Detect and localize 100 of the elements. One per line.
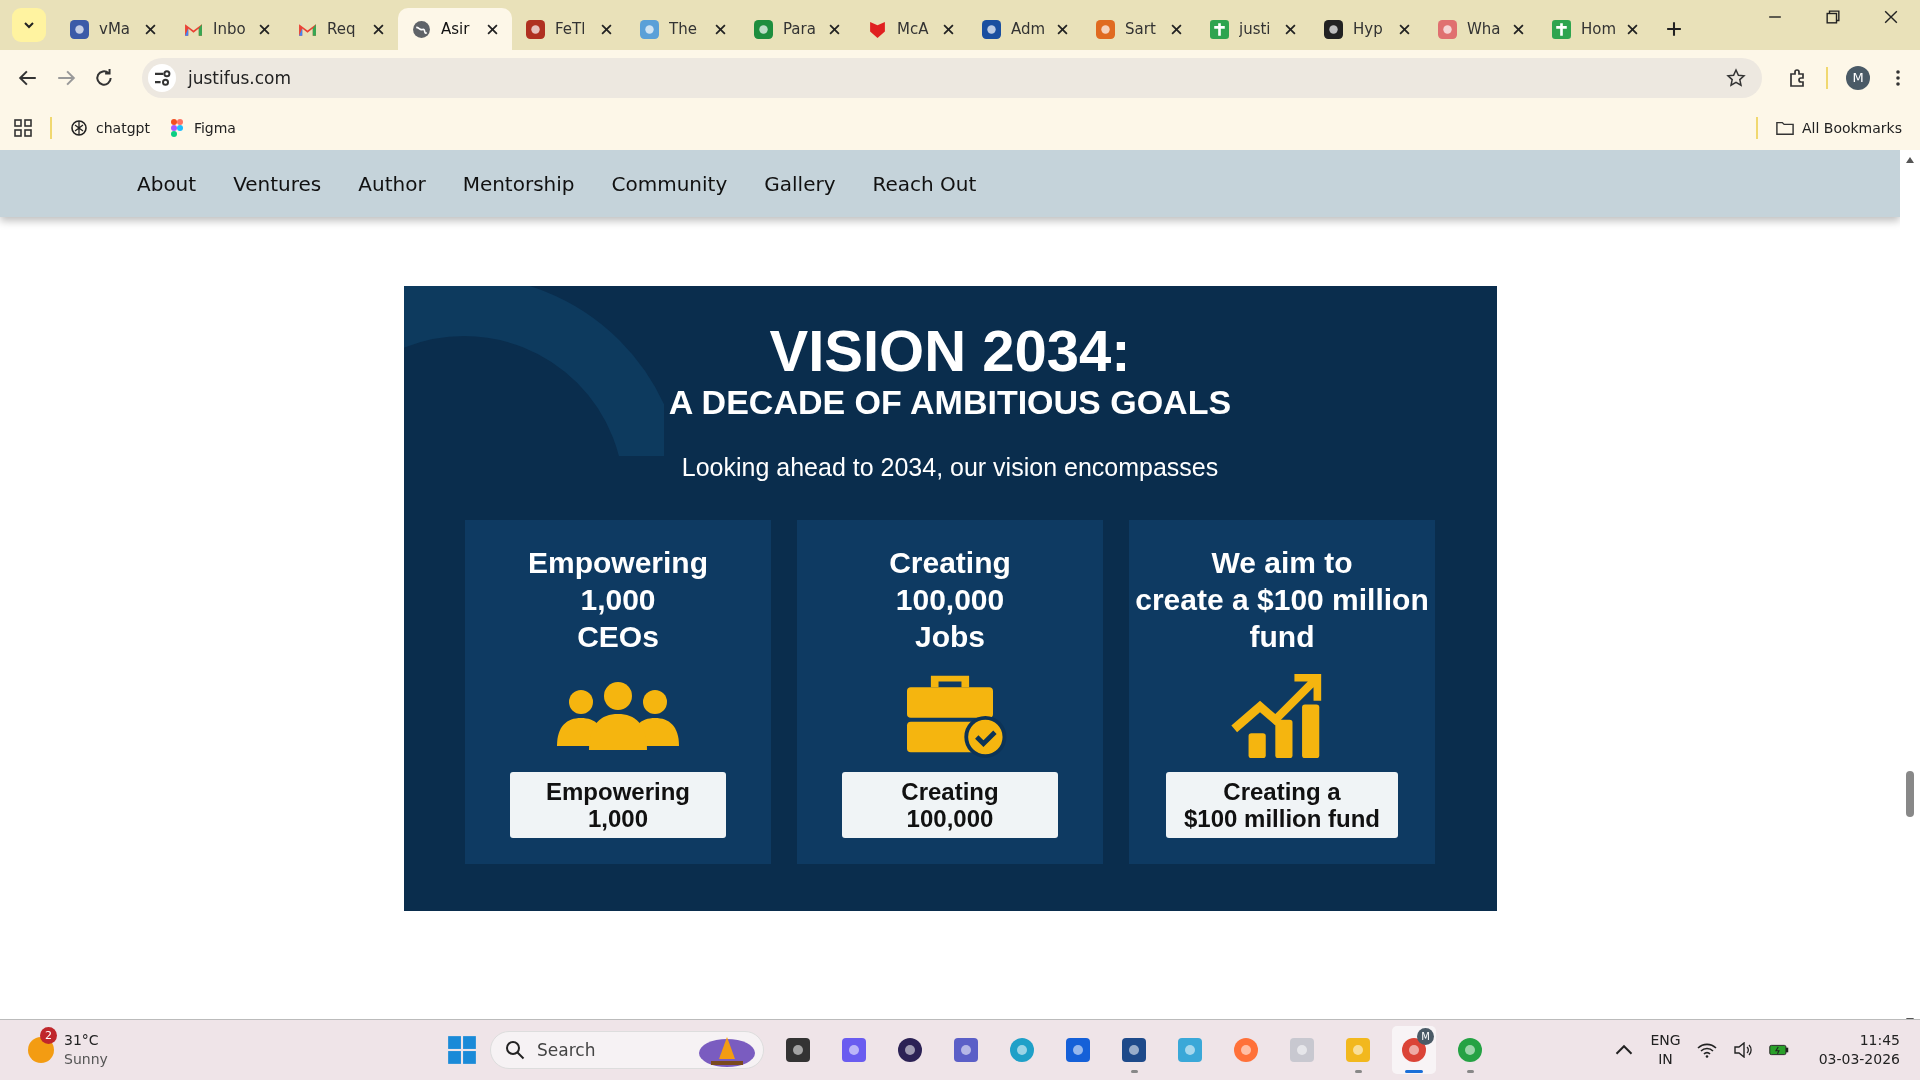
site-logo-icon: [1324, 19, 1343, 39]
close-icon[interactable]: [145, 23, 156, 35]
nav-link[interactable]: Ventures: [233, 171, 322, 196]
shield-icon: [868, 19, 887, 39]
wifi-icon[interactable]: [1696, 1042, 1717, 1058]
temperature-text: 31°C: [64, 1031, 100, 1050]
scrollbar-thumb[interactable]: [1906, 771, 1914, 817]
weather-widget[interactable]: 2 31°C Sunny: [20, 1025, 320, 1075]
infographic-intro: Looking ahead to 2034, our vision encompasses: [681, 452, 1219, 482]
taskbar-app[interactable]: M: [1392, 1026, 1436, 1074]
browser-tab[interactable]: Req: [284, 8, 398, 50]
infographic-title: VISION 2034:: [769, 320, 1131, 382]
nav-link[interactable]: Gallery: [764, 171, 836, 196]
nav-link[interactable]: Author: [358, 171, 426, 196]
address-bar[interactable]: justifus.com: [142, 57, 1762, 98]
tab-title: Inbo: [213, 20, 247, 38]
nav-link[interactable]: Community: [611, 171, 728, 196]
browser-tab[interactable]: McA: [854, 8, 968, 50]
tab-title: Adm: [1011, 20, 1047, 38]
close-icon[interactable]: [829, 23, 840, 35]
windows-start-icon[interactable]: [446, 1034, 478, 1066]
close-icon[interactable]: [1884, 10, 1898, 24]
language-indicator[interactable]: ENG IN: [1650, 1031, 1681, 1069]
nav-link[interactable]: Mentorship: [462, 171, 575, 196]
close-icon[interactable]: [943, 23, 954, 35]
tab-search-button[interactable]: [12, 8, 46, 42]
close-icon[interactable]: [1285, 23, 1296, 35]
close-icon[interactable]: [1513, 23, 1524, 35]
tab-title: justi: [1239, 20, 1272, 38]
app-icon: [839, 1035, 869, 1065]
close-icon[interactable]: [259, 23, 270, 35]
app-icon: [783, 1035, 813, 1065]
close-icon[interactable]: [715, 23, 726, 35]
browser-tab[interactable]: vMa: [56, 8, 170, 50]
close-icon[interactable]: [1627, 23, 1638, 35]
close-icon[interactable]: [601, 23, 612, 35]
close-icon[interactable]: [1057, 23, 1068, 35]
battery-icon[interactable]: [1768, 1042, 1789, 1058]
app-icon: [1287, 1035, 1317, 1065]
goal-label: Empowering 1,000: [510, 772, 726, 838]
url-text: justifus.com: [188, 67, 293, 88]
bookmark-star-icon[interactable]: [1726, 67, 1746, 88]
new-tab-icon[interactable]: [1666, 21, 1682, 37]
weather-condition: Sunny: [64, 1050, 108, 1069]
tab-title: Para: [783, 20, 817, 38]
tab-title: Hyp: [1353, 20, 1384, 38]
tab-title: vMa: [99, 20, 131, 38]
tab-title: The: [669, 20, 698, 38]
tab-title: FeTl: [555, 20, 587, 38]
browser-tab[interactable]: FeTl: [512, 8, 626, 50]
site-logo-icon: [982, 19, 1001, 39]
app-icon: [1063, 1035, 1093, 1065]
speaker-icon[interactable]: [1732, 1042, 1753, 1058]
bookmark-link[interactable]: Figma: [167, 118, 236, 137]
apps-grid-icon[interactable]: [14, 118, 32, 137]
tab-title: McA: [897, 20, 930, 38]
nav-link[interactable]: About: [137, 171, 197, 196]
browser-tab[interactable]: Wha: [1424, 8, 1538, 50]
profile-avatar[interactable]: M: [1846, 65, 1870, 90]
cross-icon: [1552, 19, 1571, 39]
app-icon: [895, 1035, 925, 1065]
reload-icon[interactable]: [94, 67, 114, 88]
browser-tab[interactable]: Hyp: [1310, 8, 1424, 50]
close-icon[interactable]: [487, 23, 498, 35]
globe-icon: [412, 19, 431, 39]
bookmark-link[interactable]: chatgpt: [70, 118, 150, 137]
nav-link[interactable]: Reach Out: [872, 171, 977, 196]
search-icon: [505, 1040, 525, 1060]
site-logo-icon: [70, 19, 89, 39]
goal-heading: Empowering 1,000 CEOs: [528, 545, 708, 655]
profile-badge: M: [1417, 1028, 1434, 1045]
browser-tab[interactable]: Asir: [398, 8, 512, 50]
tab-title: Wha: [1467, 20, 1502, 38]
close-icon[interactable]: [1399, 23, 1410, 35]
goal-label: Creating 100,000: [842, 772, 1058, 838]
browser-tab[interactable]: Adm: [968, 8, 1082, 50]
scroll-up-icon[interactable]: [1905, 156, 1915, 164]
goal-heading: Creating 100,000 Jobs: [889, 545, 1011, 655]
cross-icon: [1210, 19, 1229, 39]
system-clock[interactable]: 11:45 03-03-2026: [1818, 1031, 1900, 1069]
close-icon[interactable]: [373, 23, 384, 35]
browser-tab[interactable]: Inbo: [170, 8, 284, 50]
app-icon: [1343, 1035, 1373, 1065]
taskbar-search-field[interactable]: Search: [490, 1031, 764, 1069]
browser-tab[interactable]: Sart: [1082, 8, 1196, 50]
sun-icon: [28, 1037, 54, 1063]
arc-decoration-icon: [403, 286, 664, 456]
site-settings-icon[interactable]: [148, 63, 176, 92]
restore-icon[interactable]: [1826, 10, 1840, 24]
search-placeholder: Search: [537, 1040, 597, 1060]
app-icon: [1455, 1035, 1485, 1065]
browser-tab[interactable]: Para: [740, 8, 854, 50]
all-bookmarks-button[interactable]: All Bookmarks: [1775, 118, 1902, 137]
notification-badge: 2: [40, 1027, 57, 1044]
browser-tab[interactable]: The: [626, 8, 740, 50]
site-logo-icon: [1438, 19, 1457, 39]
close-icon[interactable]: [1171, 23, 1182, 35]
browser-tab[interactable]: Hom: [1538, 8, 1652, 50]
browser-tab[interactable]: justi: [1196, 8, 1310, 50]
site-logo-icon: [640, 19, 659, 39]
